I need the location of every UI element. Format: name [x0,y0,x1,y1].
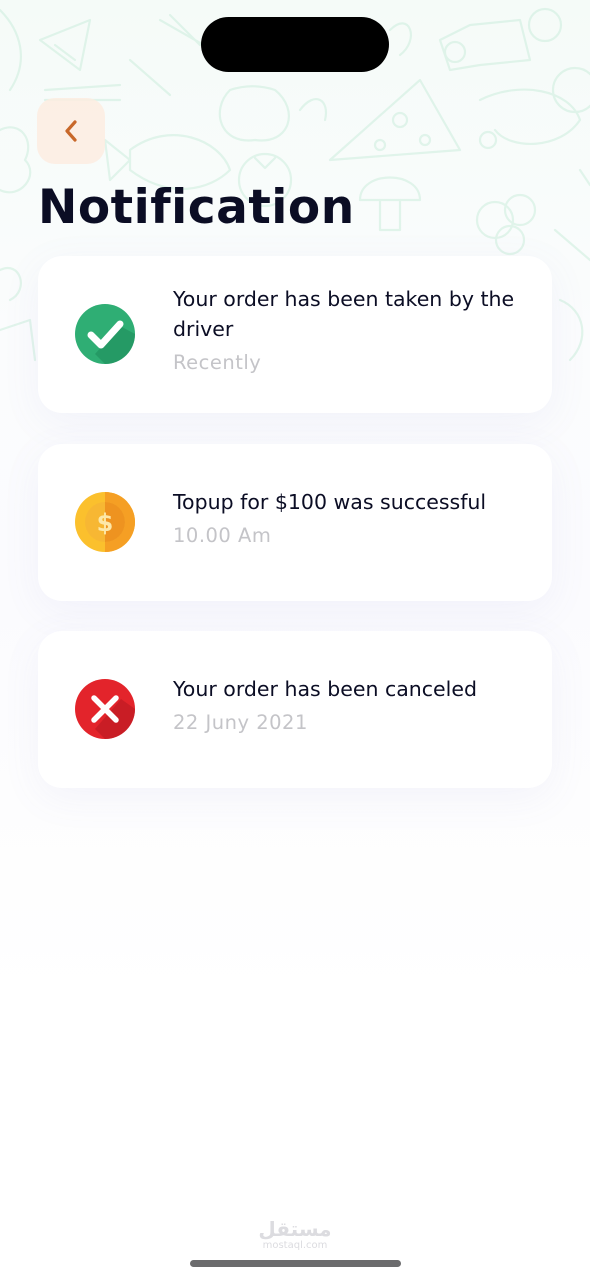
watermark-latin: mostaql.com [262,1240,328,1251]
notification-card-topup[interactable]: $ Topup for $100 was successful 10.00 Am [38,444,552,601]
x-circle-icon [75,679,135,739]
notification-time: Recently [173,351,262,374]
notification-card-order-taken[interactable]: Your order has been taken by the driver … [38,256,552,413]
page-title: Notification [38,180,355,235]
watermark-arabic: مستقل [258,1217,332,1241]
watermark: مستقل mostaql.com [0,1218,590,1252]
notification-title: Your order has been canceled [173,677,477,701]
check-circle-icon [75,304,135,364]
dynamic-island [201,17,389,72]
notification-time: 10.00 Am [173,524,272,547]
chevron-left-icon [65,120,77,142]
notification-time: 22 Juny 2021 [173,711,308,734]
notification-title: Topup for $100 was successful [173,490,487,514]
svg-text:$: $ [97,509,114,537]
notification-title: Your order has been taken by the driver [173,287,515,341]
coin-dollar-icon: $ [75,492,135,552]
back-button[interactable] [37,98,105,164]
home-indicator[interactable] [190,1260,401,1267]
notification-card-canceled[interactable]: Your order has been canceled 22 Juny 202… [38,631,552,788]
